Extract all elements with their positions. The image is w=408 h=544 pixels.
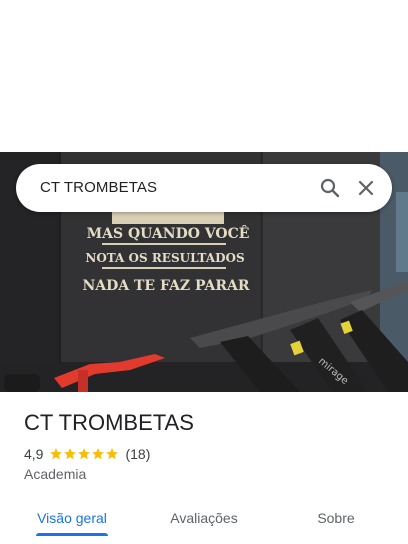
rating-value: 4,9 [24, 446, 44, 462]
map-area-blank [0, 0, 408, 152]
wall-text-line-2: NOTA OS RESULTADOS [85, 251, 244, 265]
search-icon[interactable] [318, 176, 342, 200]
star-icon [106, 448, 119, 460]
place-category: Academia [24, 466, 87, 482]
wall-text-line-3: NADA TE FAZ PARAR [82, 278, 249, 294]
search-bar[interactable]: CT TROMBETAS [16, 164, 392, 212]
place-title: CT TROMBETAS [24, 410, 194, 435]
wall-text-line-1: MAS QUANDO VOCÊ [87, 224, 250, 242]
star-icon [78, 448, 91, 460]
star-icon [92, 448, 105, 460]
close-icon[interactable] [354, 176, 378, 200]
rating-stars [49, 447, 119, 461]
search-input[interactable]: CT TROMBETAS [40, 179, 157, 196]
rating-row[interactable]: 4,9 (18) [24, 445, 150, 463]
tab-reviews[interactable]: Avaliações [158, 496, 250, 540]
active-tab-indicator [36, 533, 108, 536]
place-details-panel: CT TROMBETAS 4,9 (18) Academia Visão ger… [0, 392, 408, 544]
star-icon [64, 448, 77, 460]
tab-about[interactable]: Sobre [306, 496, 366, 540]
place-tabs: Visão geral Avaliações Sobre [0, 496, 408, 544]
review-count: (18) [125, 446, 151, 462]
star-icon [50, 448, 63, 460]
